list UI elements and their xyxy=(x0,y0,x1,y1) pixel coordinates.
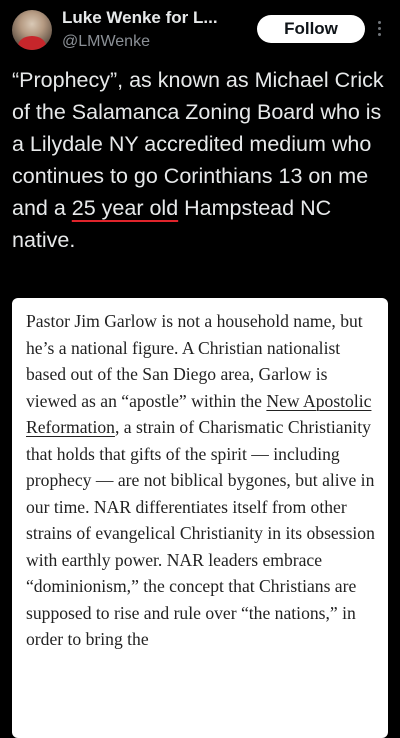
article-text: Pastor Jim Garlow is not a household nam… xyxy=(26,308,378,653)
article-screenshot-card[interactable]: Pastor Jim Garlow is not a household nam… xyxy=(12,298,388,738)
tweet-text: “Prophecy”, as known as Michael Crick of… xyxy=(12,64,392,256)
tweet-text-underlined: 25 year old xyxy=(71,196,179,220)
author-display-name[interactable]: Luke Wenke for L... xyxy=(62,8,250,28)
more-options-icon[interactable] xyxy=(378,21,382,39)
tweet-header: Luke Wenke for L... @LMWenke Follow xyxy=(0,0,400,60)
avatar[interactable] xyxy=(12,10,52,50)
article-paragraph-rest: , a strain of Charismatic Christianity t… xyxy=(26,417,375,649)
author-handle[interactable]: @LMWenke xyxy=(62,33,150,51)
follow-button[interactable]: Follow xyxy=(257,15,365,43)
